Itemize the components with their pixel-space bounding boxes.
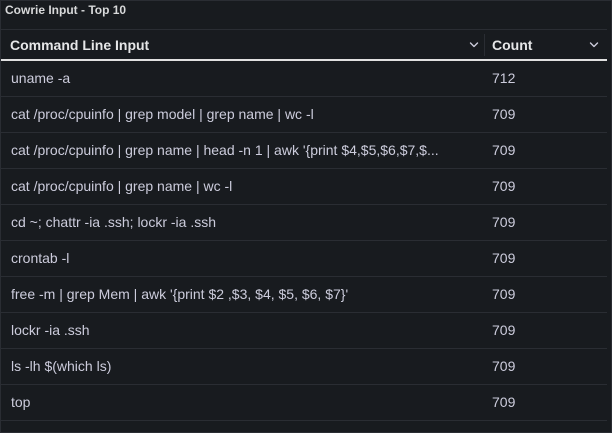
column-header-command[interactable]: Command Line Input	[10, 30, 480, 60]
command-cell[interactable]: uname -a	[11, 61, 483, 97]
table-row[interactable]: free -m | grep Mem | awk '{print $2 ,$3,…	[1, 277, 607, 313]
command-cell[interactable]: free -m | grep Mem | awk '{print $2 ,$3,…	[11, 277, 483, 313]
count-cell[interactable]: 709	[492, 313, 592, 349]
count-cell[interactable]: 709	[492, 169, 592, 205]
chevron-down-icon[interactable]	[589, 40, 599, 50]
table-row[interactable]: cat /proc/cpuinfo | grep model | grep na…	[1, 97, 607, 133]
panel-title[interactable]: Cowrie Input - Top 10	[5, 2, 126, 18]
count-cell[interactable]: 712	[492, 61, 592, 97]
table-row[interactable]: crontab -l 709	[1, 241, 607, 277]
table-row[interactable]: cat /proc/cpuinfo | grep name | head -n …	[1, 133, 607, 169]
table-header: Command Line Input Count	[1, 29, 607, 61]
count-cell[interactable]: 709	[492, 97, 592, 133]
command-cell[interactable]: top	[11, 385, 483, 421]
command-cell[interactable]: cat /proc/cpuinfo | grep model | grep na…	[11, 97, 483, 133]
command-cell[interactable]: lockr -ia .ssh	[11, 313, 483, 349]
command-cell[interactable]: ls -lh $(which ls)	[11, 349, 483, 385]
table-panel: Cowrie Input - Top 10 Command Line Input…	[0, 0, 612, 433]
count-cell[interactable]: 709	[492, 241, 592, 277]
count-cell[interactable]: 709	[492, 349, 592, 385]
count-cell[interactable]: 709	[492, 277, 592, 313]
command-cell[interactable]: cd ~; chattr -ia .ssh; lockr -ia .ssh	[11, 205, 483, 241]
data-table: Command Line Input Count uname -a 712 ca…	[1, 29, 607, 421]
command-cell[interactable]: crontab -l	[11, 241, 483, 277]
command-cell[interactable]: cat /proc/cpuinfo | grep name | head -n …	[11, 133, 483, 169]
table-row[interactable]: cat /proc/cpuinfo | grep name | wc -l 70…	[1, 169, 607, 205]
command-cell[interactable]: cat /proc/cpuinfo | grep name | wc -l	[11, 169, 483, 205]
table-row[interactable]: lockr -ia .ssh 709	[1, 313, 607, 349]
column-separator[interactable]	[484, 34, 485, 56]
chevron-down-icon[interactable]	[469, 40, 479, 50]
count-cell[interactable]: 709	[492, 205, 592, 241]
table-row[interactable]: cd ~; chattr -ia .ssh; lockr -ia .ssh 70…	[1, 205, 607, 241]
table-row[interactable]: uname -a 712	[1, 61, 607, 97]
count-cell[interactable]: 709	[492, 133, 592, 169]
table-row[interactable]: ls -lh $(which ls) 709	[1, 349, 607, 385]
table-row[interactable]: top 709	[1, 385, 607, 421]
table-body: uname -a 712 cat /proc/cpuinfo | grep mo…	[1, 61, 607, 421]
column-header-count[interactable]: Count	[492, 30, 602, 60]
count-cell[interactable]: 709	[492, 385, 592, 421]
